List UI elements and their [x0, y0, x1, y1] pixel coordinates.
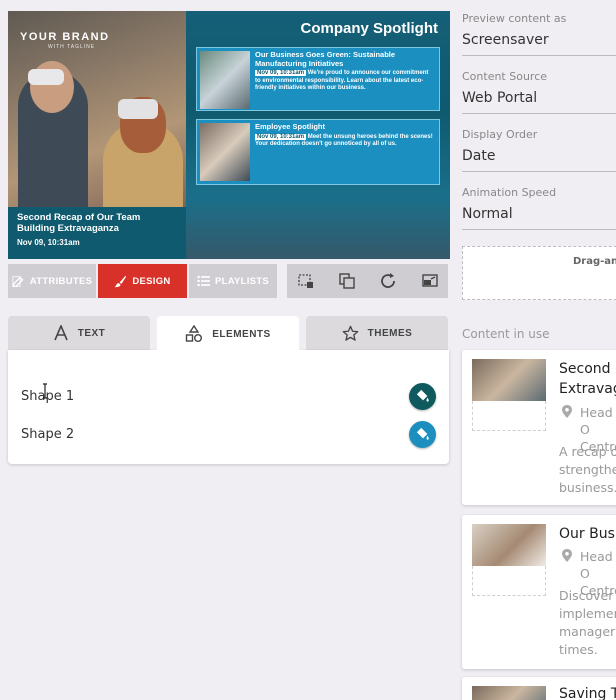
- tab-text-label: TEXT: [77, 327, 106, 339]
- card-date: Nov 09, 10:31am: [255, 70, 307, 76]
- text-cursor-icon: [43, 383, 47, 399]
- content-description: Discover h implemen manager, times.: [559, 588, 616, 657]
- card-thumbnail: [200, 51, 250, 109]
- card-title: Our Business Goes Green: Sustainable Man…: [255, 50, 396, 68]
- spotlight-title: Company Spotlight: [300, 20, 439, 37]
- preview-as-field[interactable]: Preview content as Screensaver: [462, 12, 616, 56]
- content-item[interactable]: Our Busi Head O Centre Discover h implem…: [462, 515, 616, 669]
- field-value[interactable]: Web Portal: [462, 90, 616, 114]
- shapes-icon: [186, 325, 203, 342]
- brush-icon: [115, 275, 127, 287]
- spotlight-card: Employee Spotlight Nov 09, 10:31am Meet …: [196, 119, 440, 185]
- content-thumbnail: [472, 524, 546, 566]
- feature-date: Nov 09, 10:31am: [17, 238, 80, 247]
- tab-themes[interactable]: THEMES: [306, 316, 448, 350]
- shape-row[interactable]: Shape 2: [21, 419, 436, 449]
- content-in-use-heading: Content in use: [462, 327, 550, 341]
- display-order-field[interactable]: Display Order Date: [462, 128, 616, 172]
- tab-elements[interactable]: ELEMENTS: [157, 316, 299, 352]
- spotlight-panel: Company Spotlight Our Business Goes Gree…: [186, 11, 450, 259]
- field-label: Content Source: [462, 70, 548, 83]
- playlists-label: PLAYLISTS: [214, 275, 270, 287]
- field-label: Display Order: [462, 128, 538, 141]
- card-title: Employee Spotlight: [255, 122, 326, 131]
- animation-speed-field[interactable]: Animation Speed Normal: [462, 186, 616, 230]
- design-label: DESIGN: [132, 275, 171, 287]
- content-title: Saving T: [559, 686, 616, 700]
- content-title: Our Busi: [559, 526, 616, 542]
- paint-bucket-icon: [416, 389, 429, 402]
- toolbar-actions: [287, 264, 448, 298]
- attributes-label: ATTRIBUTES: [29, 275, 93, 287]
- star-icon: [342, 325, 358, 341]
- text-letter-icon: [53, 325, 68, 341]
- drag-drop-zone[interactable]: Drag-an: [462, 246, 616, 300]
- brand-tagline: WITH TAGLINE: [48, 44, 96, 50]
- content-item[interactable]: Second R Extravag Head O Centre A recap …: [462, 350, 616, 505]
- attributes-button[interactable]: ATTRIBUTES: [8, 264, 96, 298]
- refresh-icon[interactable]: [377, 270, 399, 292]
- edit-icon: [12, 275, 24, 287]
- content-thumbnail: [472, 359, 546, 401]
- playlists-button[interactable]: PLAYLISTS: [189, 264, 277, 298]
- field-value[interactable]: Screensaver: [462, 32, 616, 56]
- dropzone-text: Drag-an: [573, 256, 616, 267]
- content-thumbnail: [472, 686, 546, 700]
- feature-title: Second Recap of Our Team Building Extrav…: [17, 212, 141, 234]
- spotlight-card: Our Business Goes Green: Sustainable Man…: [196, 47, 440, 111]
- feature-photo: YOUR BRAND WITH TAGLINE Second Recap of …: [8, 11, 186, 259]
- field-value[interactable]: Normal: [462, 206, 616, 230]
- tab-themes-label: THEMES: [367, 327, 413, 339]
- feature-caption: Second Recap of Our Team Building Extrav…: [8, 207, 186, 259]
- shape-label: Shape 2: [21, 426, 75, 442]
- content-title: Second R Extravag: [559, 361, 616, 397]
- list-icon: [197, 275, 210, 287]
- location-pin-icon: [562, 549, 572, 562]
- paint-bucket-icon: [416, 427, 429, 440]
- field-label: Animation Speed: [462, 186, 557, 199]
- location-pin-icon: [562, 405, 572, 418]
- tab-text[interactable]: TEXT: [8, 316, 150, 350]
- crop-icon[interactable]: [294, 270, 316, 292]
- shape-row[interactable]: Shape 1: [21, 381, 436, 411]
- design-button[interactable]: DESIGN: [98, 264, 187, 298]
- field-value[interactable]: Date: [462, 148, 616, 172]
- screen-swap-icon[interactable]: [419, 270, 441, 292]
- content-description: A recap of strengthe business.: [559, 444, 616, 495]
- tab-elements-label: ELEMENTS: [212, 328, 271, 340]
- elements-panel: Shape 1 Shape 2: [8, 350, 449, 464]
- card-thumbnail: [200, 123, 250, 181]
- fill-color-button[interactable]: [409, 382, 436, 410]
- content-source-field[interactable]: Content Source Web Portal: [462, 70, 616, 114]
- brand-logo: YOUR BRAND: [20, 31, 110, 43]
- field-label: Preview content as: [462, 12, 567, 25]
- content-preview: YOUR BRAND WITH TAGLINE Second Recap of …: [8, 11, 450, 259]
- card-date: Nov 09, 10:31am: [255, 133, 307, 140]
- content-item[interactable]: Saving T: [462, 677, 616, 700]
- copy-icon[interactable]: [336, 270, 358, 292]
- fill-color-button[interactable]: [409, 420, 436, 448]
